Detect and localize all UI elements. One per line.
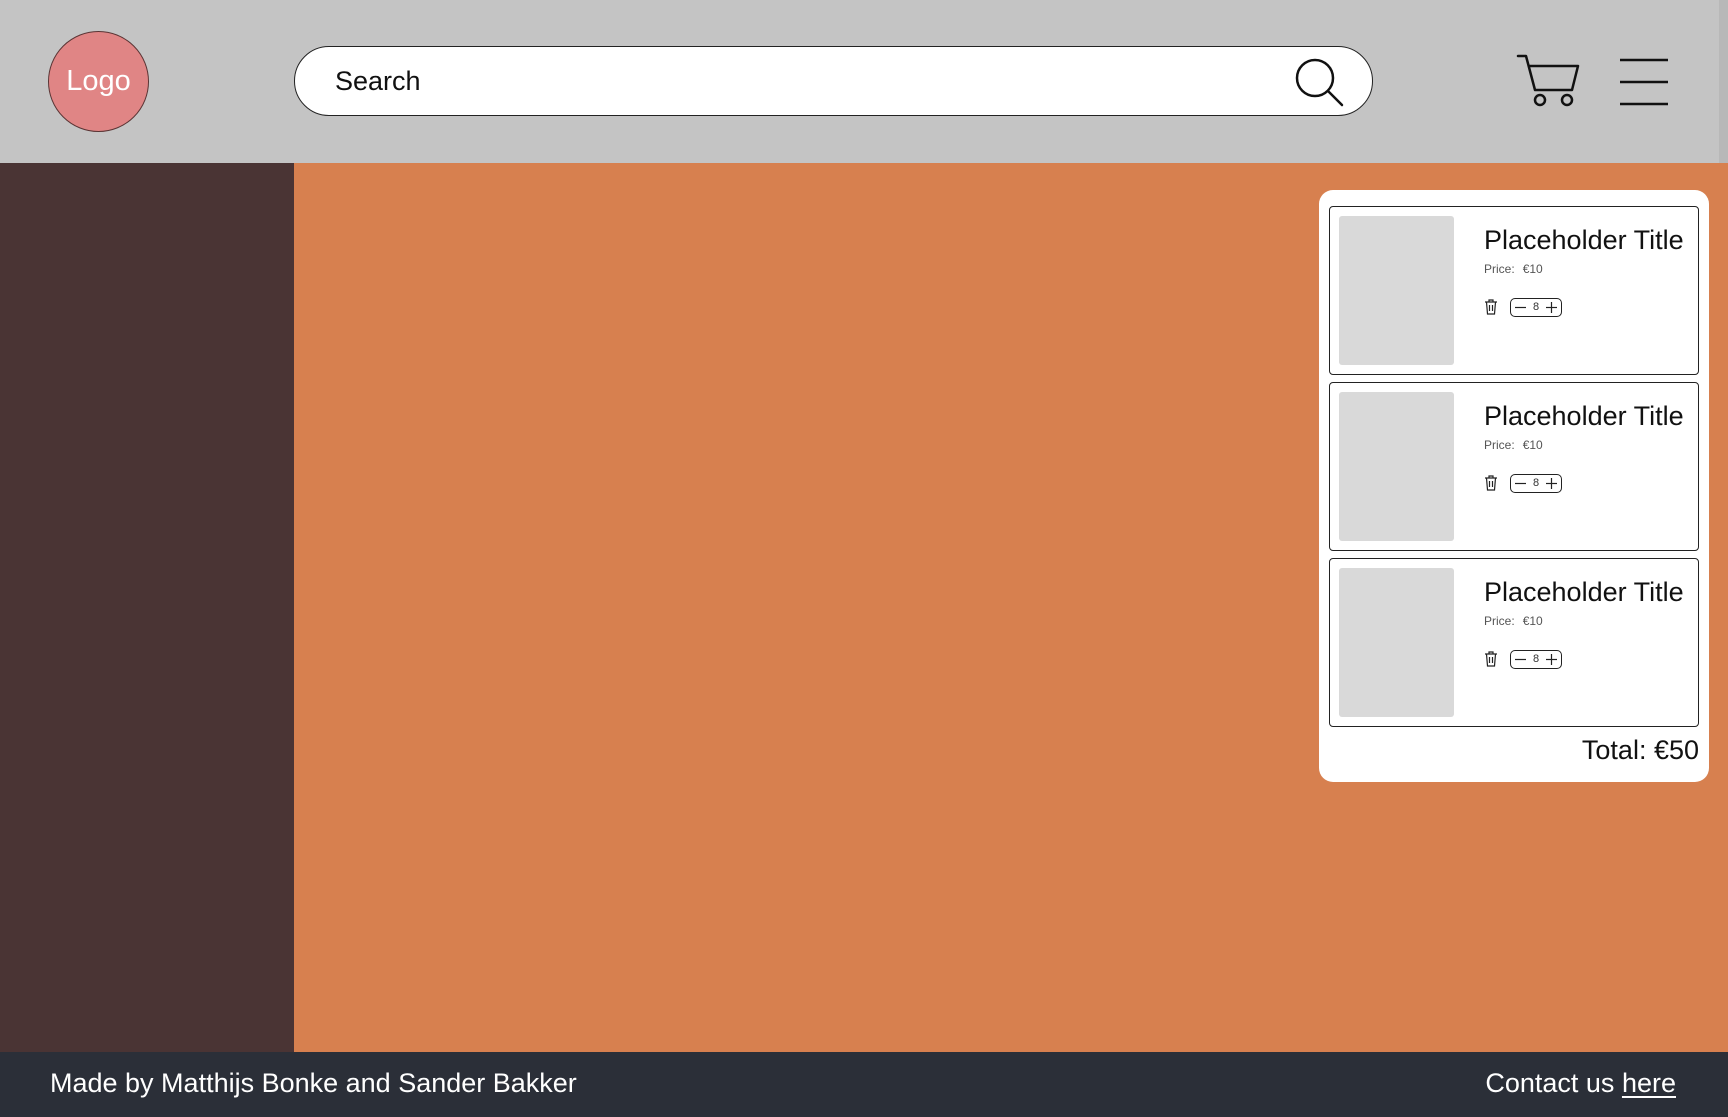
trash-icon[interactable] <box>1484 651 1498 667</box>
cart-panel: Placeholder Title Price: €10 8 Placeholde… <box>1319 190 1709 782</box>
logo-text: Logo <box>66 65 131 97</box>
header: Logo <box>0 0 1728 163</box>
item-price: Price: €10 <box>1484 438 1543 452</box>
plus-icon[interactable] <box>1545 477 1558 490</box>
plus-icon[interactable] <box>1545 653 1558 666</box>
item-title: Placeholder Title <box>1484 577 1684 607</box>
plus-icon[interactable] <box>1545 301 1558 314</box>
item-price-value: €10 <box>1522 614 1543 628</box>
footer-contact-prefix: Contact us <box>1485 1068 1615 1098</box>
item-price: Price: €10 <box>1484 614 1543 628</box>
trash-icon[interactable] <box>1484 299 1498 315</box>
app-root: Logo Placeholder Title <box>0 0 1728 1117</box>
search-input[interactable] <box>335 47 1255 115</box>
item-price-label: Price: <box>1484 614 1515 628</box>
contact-link[interactable]: here <box>1622 1068 1676 1098</box>
footer-contact: Contact us here <box>1485 1068 1676 1099</box>
quantity-stepper: 8 <box>1510 650 1562 669</box>
quantity-stepper: 8 <box>1510 298 1562 317</box>
search-icon[interactable] <box>1293 56 1345 108</box>
item-title: Placeholder Title <box>1484 401 1684 431</box>
cart-icon[interactable] <box>1516 53 1580 109</box>
sidebar <box>0 163 294 1052</box>
minus-icon[interactable] <box>1514 653 1527 666</box>
cart-item: Placeholder Title Price: €10 8 <box>1329 558 1699 727</box>
minus-icon[interactable] <box>1514 301 1527 314</box>
hamburger-menu-icon[interactable] <box>1618 56 1670 108</box>
quantity-value: 8 <box>1532 301 1540 313</box>
header-scrollbar-edge <box>1719 0 1728 163</box>
footer: Made by Matthijs Bonke and Sander Bakker… <box>0 1052 1728 1117</box>
logo[interactable]: Logo <box>48 31 149 132</box>
quantity-value: 8 <box>1532 477 1540 489</box>
item-title: Placeholder Title <box>1484 225 1684 255</box>
item-price-value: €10 <box>1522 262 1543 276</box>
footer-credit: Made by Matthijs Bonke and Sander Bakker <box>50 1068 577 1098</box>
item-price-label: Price: <box>1484 262 1515 276</box>
item-image-placeholder <box>1339 568 1454 717</box>
minus-icon[interactable] <box>1514 477 1527 490</box>
quantity-stepper: 8 <box>1510 474 1562 493</box>
search-bar <box>294 46 1373 116</box>
item-price: Price: €10 <box>1484 262 1543 276</box>
item-price-value: €10 <box>1522 438 1543 452</box>
quantity-value: 8 <box>1532 653 1540 665</box>
item-image-placeholder <box>1339 392 1454 541</box>
item-price-label: Price: <box>1484 438 1515 452</box>
cart-item: Placeholder Title Price: €10 8 <box>1329 382 1699 551</box>
trash-icon[interactable] <box>1484 475 1498 491</box>
cart-total: Total: €50 <box>1581 735 1699 765</box>
item-image-placeholder <box>1339 216 1454 365</box>
cart-item: Placeholder Title Price: €10 8 <box>1329 206 1699 375</box>
